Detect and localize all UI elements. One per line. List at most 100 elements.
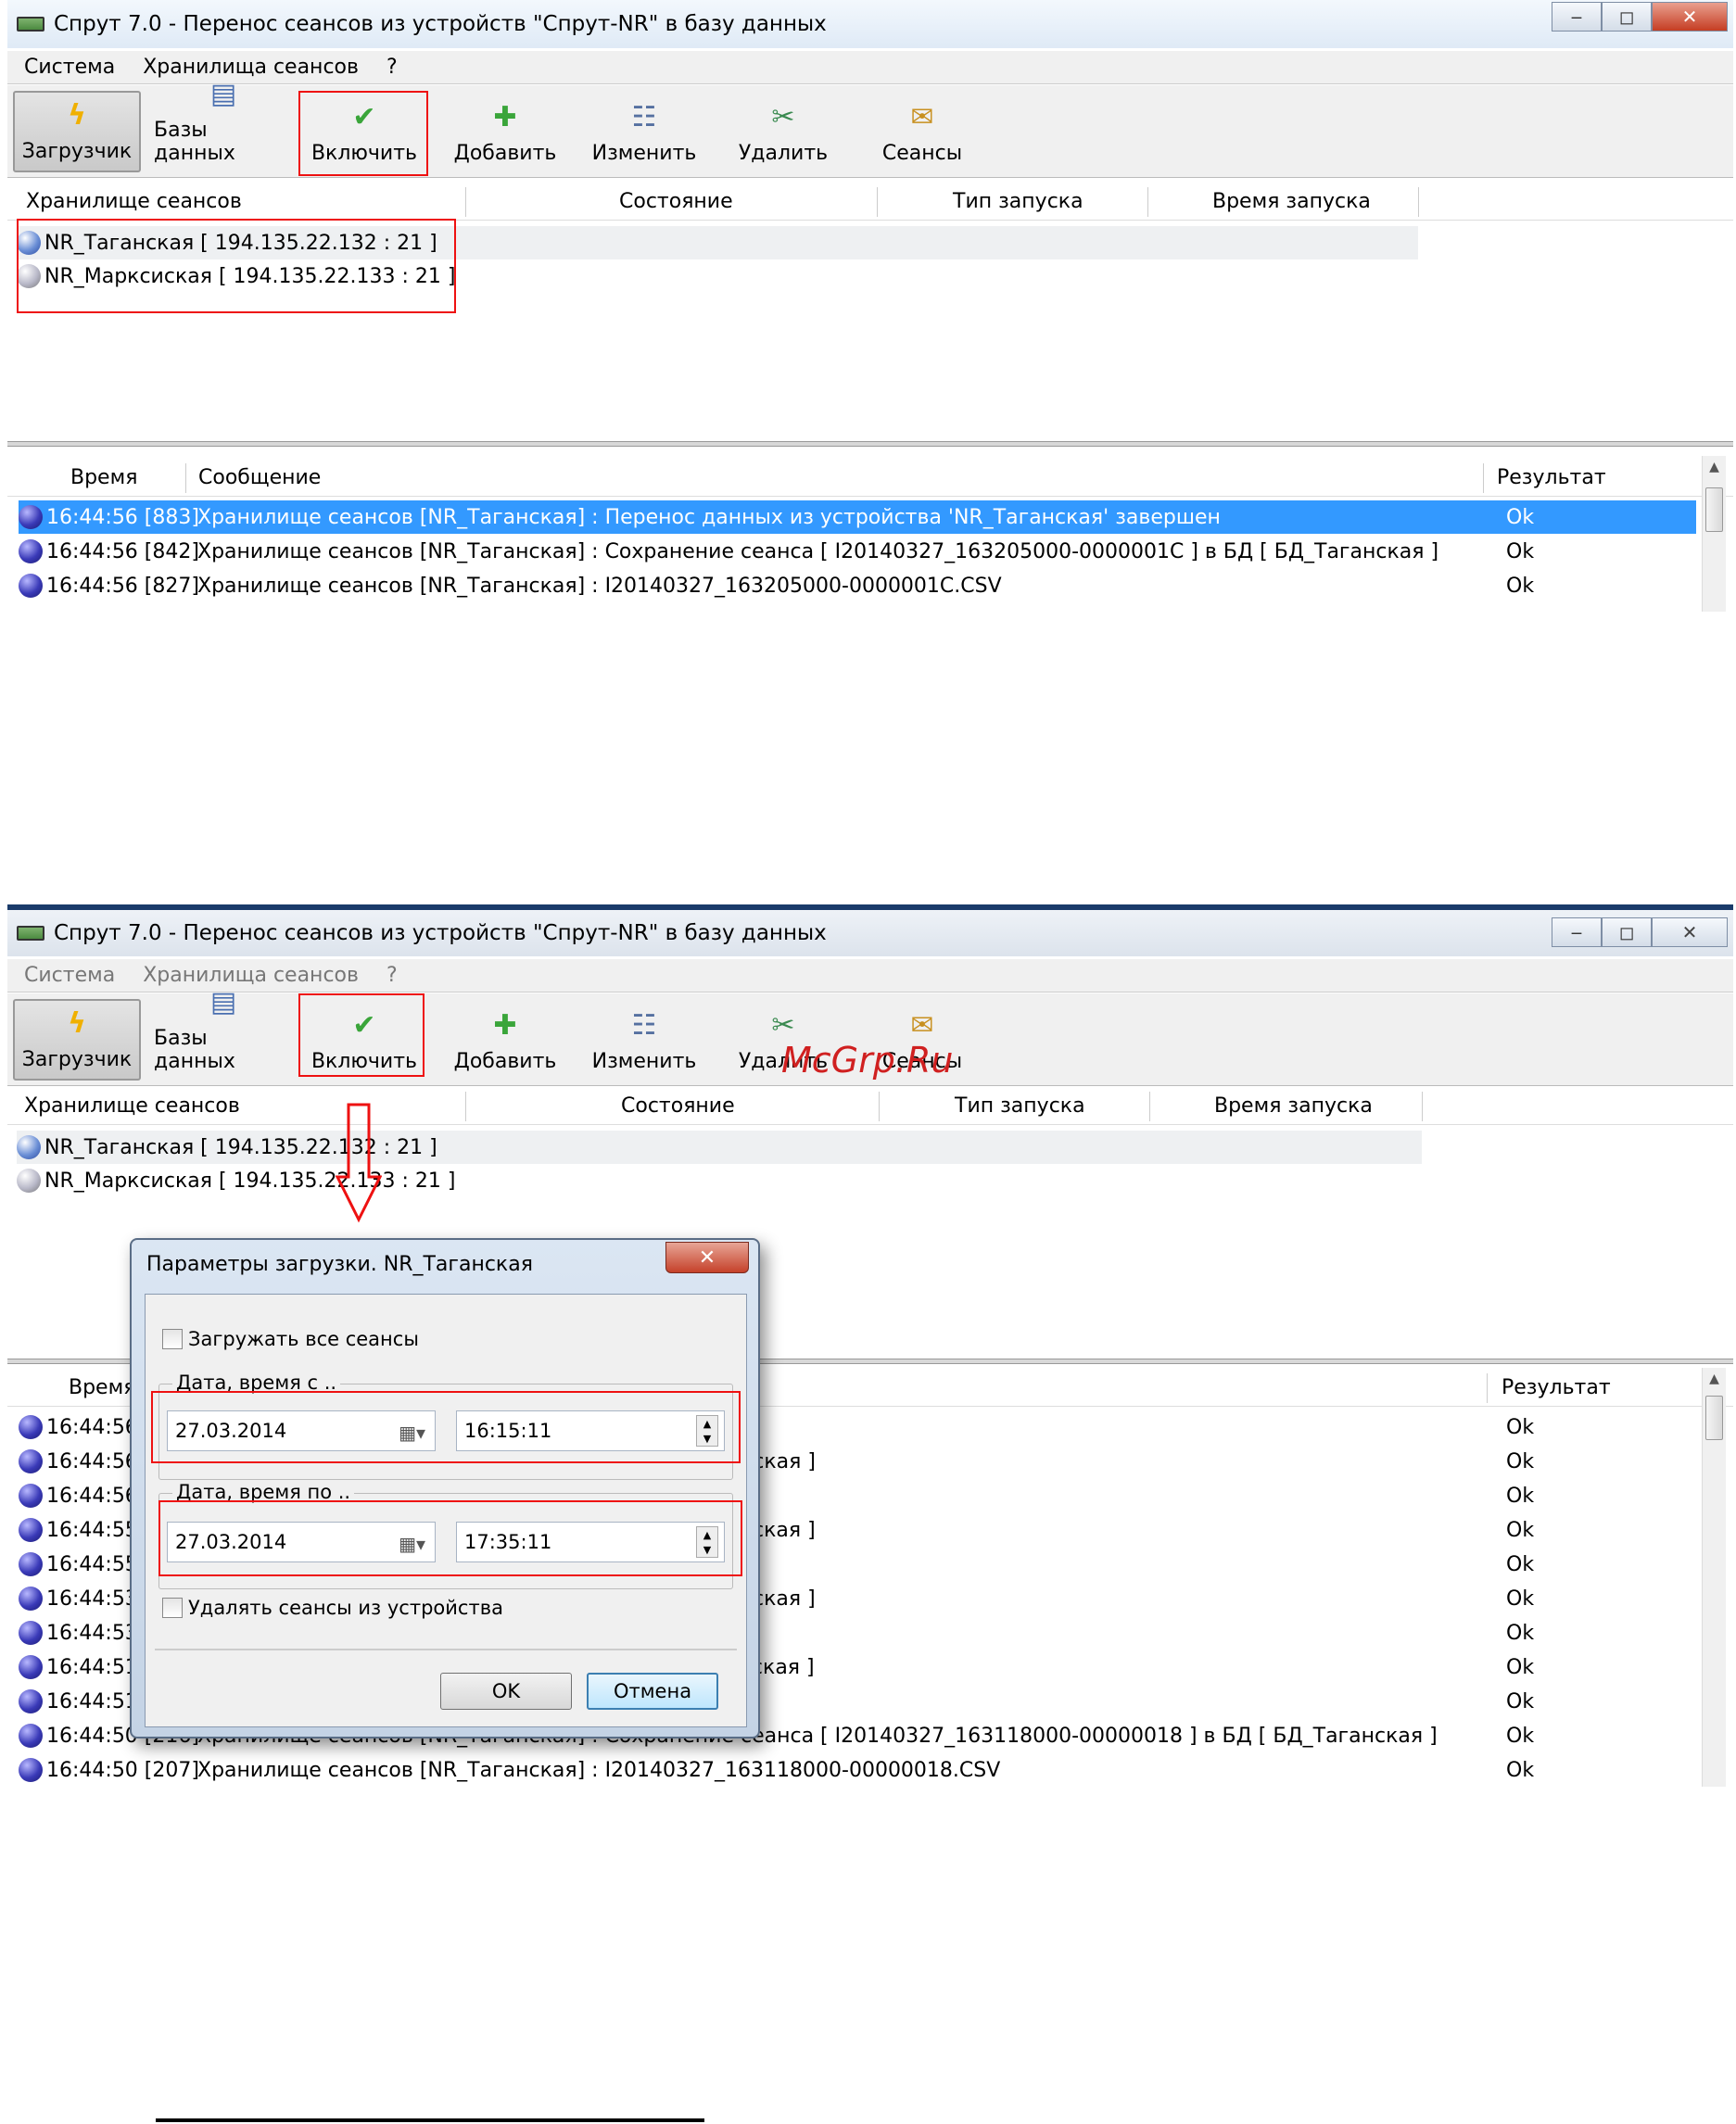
storage-row[interactable]: NR_Марксиская [ 194.135.22.133 : 21 ] bbox=[17, 1164, 455, 1197]
menu-system[interactable]: Система bbox=[24, 964, 115, 987]
from-time-value: 16:15:11 bbox=[464, 1420, 552, 1442]
storage-row[interactable]: NR_Марксиская [ 194.135.22.133 : 21 ] bbox=[17, 259, 455, 293]
log-result: Ok bbox=[1506, 1689, 1535, 1713]
time-spinner[interactable]: ▲ ▼ bbox=[696, 1526, 718, 1558]
add-button[interactable]: ✚ Добавить bbox=[441, 91, 569, 172]
log-result: Ok bbox=[1506, 539, 1535, 563]
col-result[interactable]: Результат bbox=[1502, 1376, 1611, 1399]
database-icon: ▤ bbox=[209, 985, 237, 1018]
col-launch-time[interactable]: Время запуска bbox=[1214, 1094, 1373, 1118]
status-ball-icon bbox=[17, 231, 41, 255]
sessions-label: Сеансы bbox=[881, 142, 963, 165]
status-ball-icon bbox=[17, 1169, 41, 1193]
enable-label: Включить bbox=[310, 1050, 418, 1073]
status-ball-icon bbox=[17, 1135, 41, 1159]
status-ball-icon bbox=[19, 1758, 43, 1782]
col-state[interactable]: Состояние bbox=[621, 1094, 735, 1118]
storage-row[interactable]: NR_Таганская [ 194.135.22.132 : 21 ] bbox=[17, 226, 437, 259]
calendar-dropdown-icon[interactable]: ▦▾ bbox=[399, 1533, 425, 1555]
loader-button[interactable]: ϟ Загрузчик bbox=[13, 91, 141, 172]
log-row[interactable]: 16:44:50 [207] Хранилище сеансов [NR_Тага… bbox=[19, 1753, 1696, 1787]
close-button[interactable]: ✕ bbox=[1652, 917, 1728, 947]
log-row[interactable]: 16:44:56 [883] Хранилище сеансов [NR_Тага… bbox=[19, 500, 1696, 534]
databases-button[interactable]: ▤ Базы данных bbox=[154, 78, 293, 172]
scroll-thumb[interactable] bbox=[1705, 1396, 1723, 1440]
col-state[interactable]: Состояние bbox=[619, 190, 733, 213]
log-result: Ok bbox=[1506, 1415, 1535, 1439]
sessions-icon: ✉ bbox=[910, 1008, 934, 1042]
edit-label: Изменить bbox=[591, 142, 697, 165]
menu-help[interactable]: ? bbox=[386, 56, 398, 79]
window-title: Спрут 7.0 - Перенос сеансов из устройств… bbox=[54, 12, 827, 36]
enable-button[interactable]: ✔ Включить bbox=[300, 91, 428, 172]
menu-storages[interactable]: Хранилища сеансов bbox=[143, 964, 359, 987]
to-time-field[interactable]: 17:35:11 ▲ ▼ bbox=[456, 1522, 725, 1562]
time-spinner[interactable]: ▲ ▼ bbox=[696, 1415, 718, 1447]
enable-label: Включить bbox=[310, 142, 418, 165]
col-launch-time[interactable]: Время запуска bbox=[1212, 190, 1371, 213]
close-button[interactable]: ✕ bbox=[1652, 2, 1728, 32]
log-scrollbar[interactable]: ▲ bbox=[1702, 1368, 1726, 1787]
from-time-field[interactable]: 16:15:11 ▲ ▼ bbox=[456, 1410, 725, 1451]
minimize-button[interactable]: ‒ bbox=[1552, 917, 1602, 947]
delete-from-device-checkbox[interactable]: Удалять сеансы из устройства bbox=[162, 1597, 503, 1619]
sessions-button[interactable]: ✉ Сеансы bbox=[858, 91, 986, 172]
log-message: Хранилище сеансов [NR_Таганская] : Перен… bbox=[197, 505, 1221, 529]
col-launch-type[interactable]: Тип запуска bbox=[953, 190, 1083, 213]
databases-button[interactable]: ▤ Базы данных bbox=[154, 986, 293, 1081]
watermark: McGrp.Ru bbox=[781, 1040, 954, 1081]
col-message[interactable]: Сообщение bbox=[198, 466, 321, 489]
maximize-button[interactable]: ◻ bbox=[1602, 2, 1652, 32]
status-ball-icon bbox=[19, 539, 43, 563]
scroll-thumb[interactable] bbox=[1705, 487, 1723, 532]
edit-button[interactable]: ☷ Изменить bbox=[580, 999, 708, 1081]
edit-button[interactable]: ☷ Изменить bbox=[580, 91, 708, 172]
dialog-close-button[interactable]: ✕ bbox=[665, 1242, 749, 1273]
log-row[interactable]: 16:44:56 [827] Хранилище сеансов [NR_Тага… bbox=[19, 569, 1696, 602]
ok-button[interactable]: OK bbox=[440, 1673, 572, 1710]
add-button[interactable]: ✚ Добавить bbox=[441, 999, 569, 1081]
status-ball-icon bbox=[19, 1655, 43, 1679]
calendar-dropdown-icon[interactable]: ▦▾ bbox=[399, 1422, 425, 1444]
log-time: 16:44:50 [207] bbox=[46, 1758, 199, 1782]
log-row[interactable]: 16:44:56 [842] Хранилище сеансов [NR_Тага… bbox=[19, 535, 1696, 568]
checkmark-icon: ✔ bbox=[352, 100, 376, 133]
plus-icon: ✚ bbox=[493, 1008, 517, 1042]
to-date-picker[interactable]: 27.03.2014 ▦▾ bbox=[167, 1522, 436, 1562]
delete-button[interactable]: ✂ Удалить bbox=[719, 91, 847, 172]
status-ball-icon bbox=[19, 1484, 43, 1508]
status-ball-icon bbox=[17, 264, 41, 288]
loader-label: Загрузчик bbox=[21, 140, 133, 163]
status-ball-icon bbox=[19, 1724, 43, 1748]
checkbox-box[interactable] bbox=[162, 1329, 183, 1349]
col-result[interactable]: Результат bbox=[1497, 466, 1606, 489]
col-launch-type[interactable]: Тип запуска bbox=[955, 1094, 1085, 1118]
splitter[interactable] bbox=[7, 441, 1733, 447]
minimize-button[interactable]: ‒ bbox=[1552, 2, 1602, 32]
menu-help[interactable]: ? bbox=[386, 964, 398, 987]
main-window-top: Спрут 7.0 - Перенос сеансов из устройств… bbox=[7, 0, 1733, 612]
checkbox-box[interactable] bbox=[162, 1598, 183, 1618]
menu-storages[interactable]: Хранилища сеансов bbox=[143, 56, 359, 79]
log-message: Хранилище сеансов [NR_Таганская] : Сохра… bbox=[197, 539, 1439, 563]
to-time-value: 17:35:11 bbox=[464, 1531, 552, 1553]
enable-button[interactable]: ✔ Включить bbox=[300, 999, 428, 1081]
status-ball-icon bbox=[19, 1449, 43, 1473]
log-result: Ok bbox=[1506, 1621, 1535, 1645]
dialog-title: Параметры загрузки. NR_Таганская bbox=[146, 1253, 533, 1276]
menu-system[interactable]: Система bbox=[24, 56, 115, 79]
maximize-button[interactable]: ◻ bbox=[1602, 917, 1652, 947]
col-time[interactable]: Время bbox=[70, 466, 137, 489]
col-time[interactable]: Время bbox=[69, 1376, 135, 1399]
load-all-checkbox[interactable]: Загружать все сеансы bbox=[162, 1328, 419, 1350]
log-time: 16:44:56 [842] bbox=[46, 539, 199, 563]
col-storage[interactable]: Хранилище сеансов bbox=[24, 1094, 240, 1118]
cancel-button[interactable]: Отмена bbox=[587, 1673, 718, 1710]
log-scrollbar[interactable]: ▲ bbox=[1702, 456, 1726, 612]
loader-button[interactable]: ϟ Загрузчик bbox=[13, 999, 141, 1081]
page-underline bbox=[156, 2118, 704, 2122]
from-date-picker[interactable]: 27.03.2014 ▦▾ bbox=[167, 1410, 436, 1451]
app-icon bbox=[17, 17, 44, 32]
from-group: Дата, время с .. 27.03.2014 ▦▾ 16:15:11 … bbox=[158, 1372, 733, 1480]
col-storage[interactable]: Хранилище сеансов bbox=[26, 190, 242, 213]
